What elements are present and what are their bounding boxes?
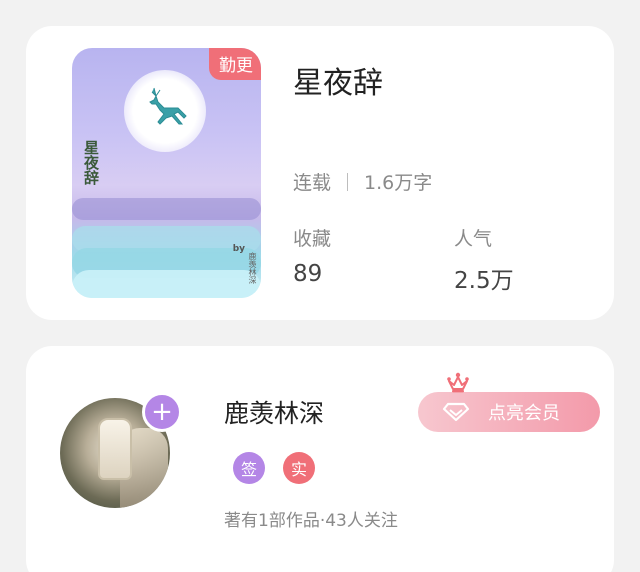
diamond-icon xyxy=(442,402,470,422)
book-meta: 连载 1.6万字 xyxy=(293,168,432,195)
cover-title: 星夜辞 xyxy=(82,140,100,185)
popularity-label: 人气 xyxy=(454,228,493,250)
vip-area: 点亮会员 xyxy=(418,372,604,434)
author-card: + 鹿羡林深 签 实 著有1部作品·43人关注 点亮会员 xyxy=(26,346,614,572)
popularity-stat: 人气 2.5万 xyxy=(454,224,514,295)
vip-button-label: 点亮会员 xyxy=(488,403,560,424)
vip-button[interactable]: 点亮会员 xyxy=(418,392,600,432)
meta-divider xyxy=(347,172,349,191)
favorites-stat: 收藏 89 xyxy=(293,224,331,287)
deer-icon xyxy=(149,87,187,125)
favorites-value: 89 xyxy=(293,261,323,287)
cover-by-text: by xyxy=(232,244,245,254)
verified-badge: 实 xyxy=(283,452,315,484)
cloud-band xyxy=(72,270,261,298)
plus-icon: + xyxy=(151,397,173,427)
book-status: 连载 xyxy=(293,172,332,194)
book-cover[interactable]: 星夜辞 by 鹿羡林深 勤更 xyxy=(72,48,261,298)
word-count: 1.6万字 xyxy=(364,172,433,194)
crown-icon xyxy=(447,372,469,393)
author-name[interactable]: 鹿羡林深 xyxy=(224,394,324,430)
book-card[interactable]: 星夜辞 by 鹿羡林深 勤更 星夜辞 连载 1.6万字 收藏 89 人气 2.5… xyxy=(26,26,614,320)
update-badge: 勤更 xyxy=(209,48,261,80)
cloud-band xyxy=(72,198,261,220)
signed-badge: 签 xyxy=(233,452,265,484)
popularity-value: 2.5万 xyxy=(454,268,514,294)
author-stats: 著有1部作品·43人关注 xyxy=(224,511,398,531)
cover-author: 鹿羡林深 xyxy=(248,252,257,284)
avatar-lantern xyxy=(98,418,132,480)
favorites-label: 收藏 xyxy=(293,228,332,250)
book-title: 星夜辞 xyxy=(293,66,383,101)
follow-button[interactable]: + xyxy=(142,392,182,432)
